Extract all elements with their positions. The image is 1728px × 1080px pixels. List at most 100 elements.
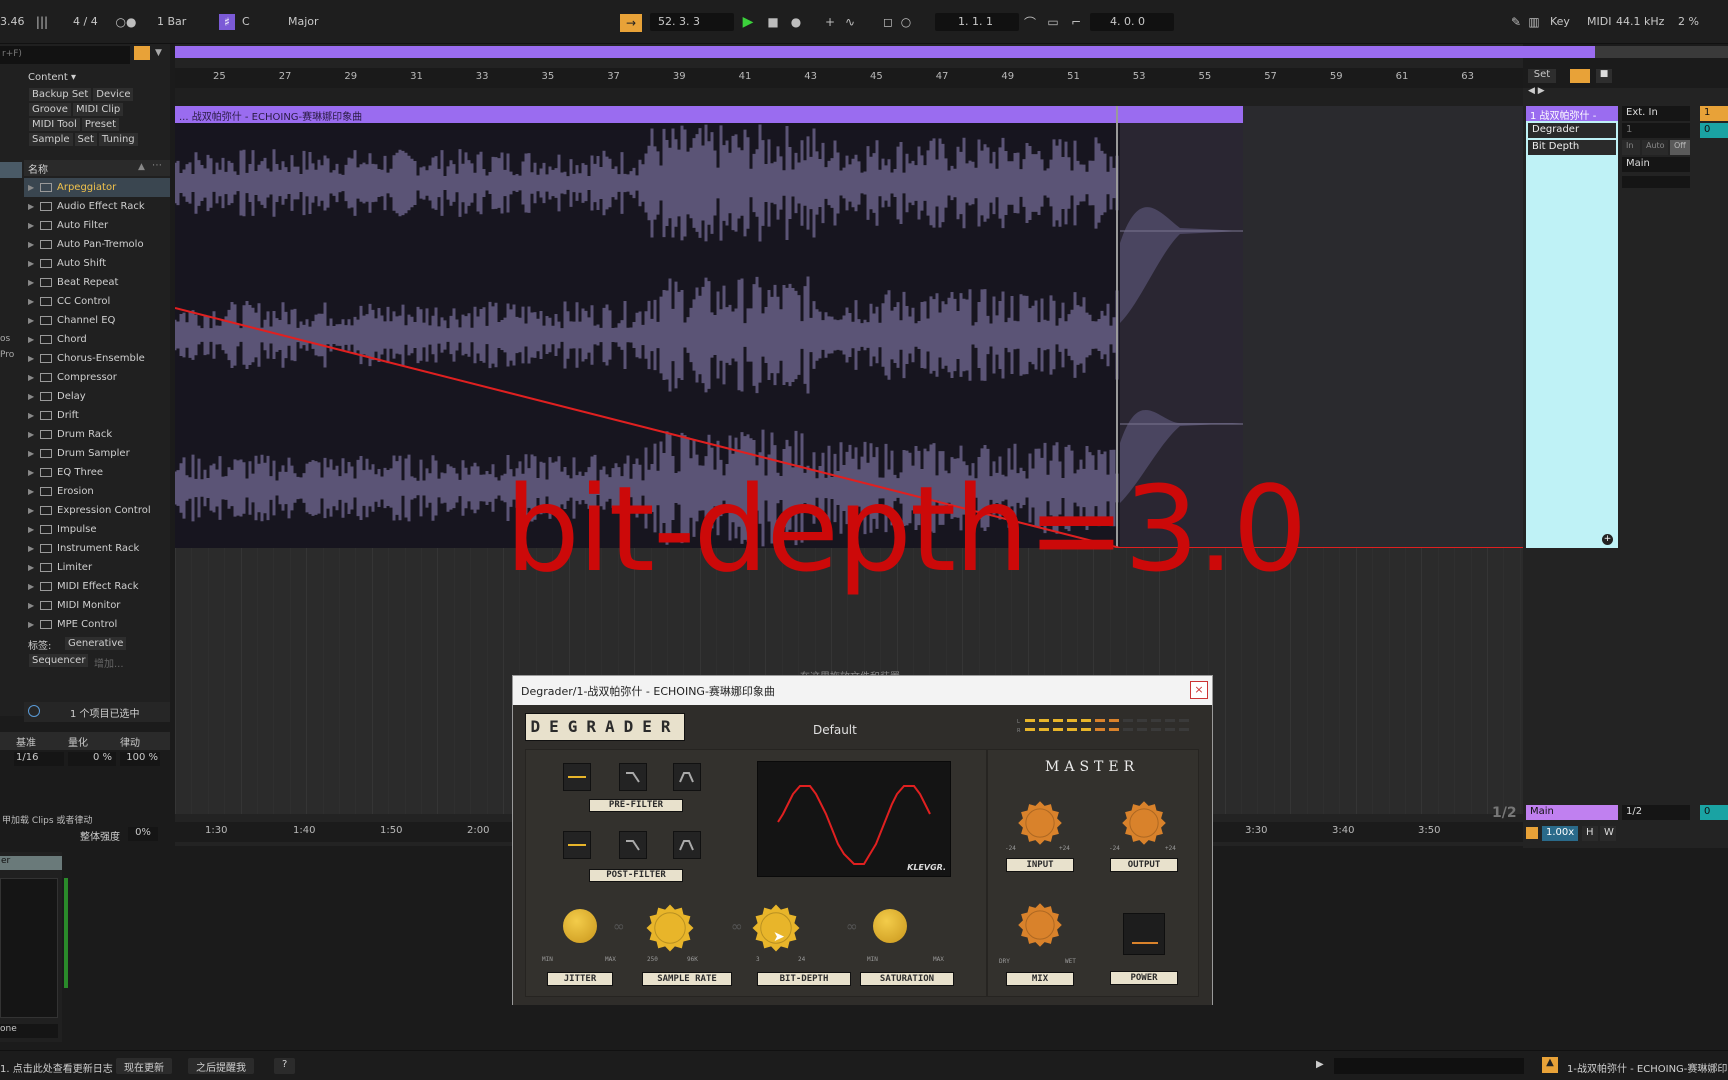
expand-arrow-icon[interactable]: ▶ xyxy=(28,392,38,401)
link-icon[interactable]: ∞ xyxy=(613,919,625,935)
pre-filter-off-button[interactable] xyxy=(563,763,591,791)
expand-arrow-icon[interactable]: ▶ xyxy=(28,449,38,458)
follow-toggle-icon[interactable] xyxy=(1570,69,1590,83)
output-channel-select[interactable] xyxy=(1622,176,1690,188)
device-list-item[interactable]: ▶ Arpeggiator xyxy=(24,178,170,197)
tag-midi-clip[interactable]: MIDI Clip xyxy=(72,103,124,116)
expand-arrow-icon[interactable]: ▶ xyxy=(28,335,38,344)
device-list-item[interactable]: ▶ Limiter xyxy=(24,558,170,577)
add-icon[interactable]: + xyxy=(822,14,838,30)
power-button[interactable] xyxy=(1123,913,1165,955)
input-type-select[interactable]: Ext. In xyxy=(1622,106,1690,121)
width-button[interactable]: W xyxy=(1600,826,1616,841)
device-list-item[interactable]: ▶ Channel EQ xyxy=(24,311,170,330)
help-button[interactable]: ? xyxy=(274,1058,296,1074)
arrangement-overview[interactable] xyxy=(175,46,1728,58)
output-knob[interactable] xyxy=(1118,797,1170,849)
tag-preset[interactable]: Preset xyxy=(81,118,120,131)
lock-icon[interactable]: ■ xyxy=(1596,69,1612,83)
chevron-down-icon[interactable]: ▼ xyxy=(155,48,162,58)
device-list-item[interactable]: ▶ Impulse xyxy=(24,520,170,539)
punch-in-icon[interactable]: ▭ xyxy=(1045,14,1061,30)
track-name[interactable]: 1 战双帕弥什 - xyxy=(1526,106,1618,122)
tag-generative[interactable]: Generative xyxy=(65,637,127,650)
follow-arrow-icon[interactable]: → xyxy=(620,14,642,32)
device-list-item[interactable]: ▶ Drum Sampler xyxy=(24,444,170,463)
groove-base-select[interactable]: 1/16 xyxy=(14,752,64,766)
name-column-header[interactable]: 名称 xyxy=(28,161,48,176)
metronome-bars-icon[interactable]: ||| xyxy=(34,14,50,30)
sort-up-icon[interactable]: ▲ xyxy=(138,162,145,172)
device-list-item[interactable]: ▶ EQ Three xyxy=(24,463,170,482)
device-list-item[interactable]: ▶ Drum Rack xyxy=(24,425,170,444)
tag-sample[interactable]: Sample xyxy=(29,133,73,146)
mix-knob[interactable] xyxy=(1014,899,1066,951)
tag-device[interactable]: Device xyxy=(93,88,134,101)
tag-set[interactable]: Set xyxy=(74,133,97,146)
locator-strip[interactable] xyxy=(175,88,1523,106)
expand-arrow-icon[interactable]: ▶ xyxy=(28,202,38,211)
device-list-item[interactable]: ▶ Auto Shift xyxy=(24,254,170,273)
expand-arrow-icon[interactable]: ▶ xyxy=(28,620,38,629)
main-volume-value[interactable]: 0 xyxy=(1700,805,1728,820)
pre-filter-lowpass-button[interactable] xyxy=(619,763,647,791)
expand-arrow-icon[interactable]: ▶ xyxy=(28,544,38,553)
remind-later-button[interactable]: 之后提醒我 xyxy=(188,1058,254,1074)
link-icon[interactable]: ∞ xyxy=(846,919,858,935)
midi-map-button[interactable]: MIDI xyxy=(1587,15,1611,28)
filter-icon[interactable] xyxy=(134,46,150,60)
expand-arrow-icon[interactable]: ▶ xyxy=(28,525,38,534)
expand-arrow-icon[interactable]: ▶ xyxy=(28,487,38,496)
bit-depth-knob[interactable] xyxy=(748,900,804,956)
monitor-off-button[interactable]: Off xyxy=(1670,140,1690,155)
time-signature[interactable]: 4 / 4 xyxy=(73,15,98,28)
tag-sequencer[interactable]: Sequencer xyxy=(29,654,89,667)
post-filter-off-button[interactable] xyxy=(563,831,591,859)
global-amount-value[interactable]: 0% xyxy=(128,827,158,841)
sample-rate-knob[interactable] xyxy=(642,900,698,956)
expand-arrow-icon[interactable]: ▶ xyxy=(28,582,38,591)
follow-icon[interactable]: ○● xyxy=(116,14,137,30)
expand-arrow-icon[interactable]: ▶ xyxy=(28,411,38,420)
info-icon[interactable] xyxy=(28,705,40,717)
main-track-name[interactable]: Main xyxy=(1526,805,1618,820)
overview-visible-range[interactable] xyxy=(175,46,1595,58)
plugin-title[interactable]: Degrader/1-战双帕弥什 - ECHOING-赛琳娜印象曲 xyxy=(513,676,1212,705)
post-filter-lowpass-button[interactable] xyxy=(619,831,647,859)
tag-tuning[interactable]: Tuning xyxy=(98,133,138,146)
loop-ring-icon[interactable]: ○ xyxy=(898,14,914,30)
automation-device-select[interactable]: Degrader xyxy=(1528,123,1616,138)
device-list-item[interactable]: ▶ Delay xyxy=(24,387,170,406)
post-filter-bandpass-button[interactable] xyxy=(673,831,701,859)
add-tag[interactable]: 增加... xyxy=(94,655,124,670)
device-list-item[interactable]: ▶ MIDI Effect Rack xyxy=(24,577,170,596)
device-list-item[interactable]: ▶ Auto Filter xyxy=(24,216,170,235)
mini-device-select[interactable]: one xyxy=(0,1024,58,1038)
automation-icon[interactable]: ∿ xyxy=(842,14,858,30)
input-knob[interactable] xyxy=(1014,797,1066,849)
tempo-value[interactable]: 3.46 xyxy=(0,15,25,28)
keyboard-icon[interactable]: ▥ xyxy=(1526,14,1542,30)
set-button[interactable]: Set xyxy=(1528,69,1556,83)
device-list-item[interactable]: ▶ Chord xyxy=(24,330,170,349)
expand-arrow-icon[interactable]: ▶ xyxy=(28,316,38,325)
device-list-item[interactable]: ▶ Compressor xyxy=(24,368,170,387)
beat-ruler[interactable]: 25 27 29 31 33 35 37 39 41 43 45 47 49 51 53 55 57 59 61 63 xyxy=(175,68,1523,88)
tag-midi-tool[interactable]: MIDI Tool xyxy=(29,118,80,131)
loop-start[interactable]: 1. 1. 1 xyxy=(958,15,993,28)
device-list-item[interactable]: ▶ CC Control xyxy=(24,292,170,311)
link-icon[interactable]: ∞ xyxy=(731,919,743,935)
device-list-item[interactable]: ▶ Auto Pan-Tremolo xyxy=(24,235,170,254)
expand-arrow-icon[interactable]: ▶ xyxy=(28,430,38,439)
expand-arrow-icon[interactable]: ▶ xyxy=(28,373,38,382)
expand-arrow-icon[interactable]: ▶ xyxy=(28,240,38,249)
expand-arrow-icon[interactable]: ▶ xyxy=(28,468,38,477)
key-map-button[interactable]: Key xyxy=(1550,15,1570,28)
device-list-item[interactable]: ▶ MIDI Monitor xyxy=(24,596,170,615)
track-number-button[interactable]: 1 xyxy=(1700,106,1728,121)
punch-icon[interactable]: ◻ xyxy=(880,14,896,30)
warning-icon[interactable]: ▲ xyxy=(1542,1057,1558,1073)
expand-arrow-icon[interactable]: ▶ xyxy=(28,221,38,230)
expand-arrow-icon[interactable]: ▶ xyxy=(28,297,38,306)
automation-param-select[interactable]: Bit Depth xyxy=(1528,140,1616,155)
